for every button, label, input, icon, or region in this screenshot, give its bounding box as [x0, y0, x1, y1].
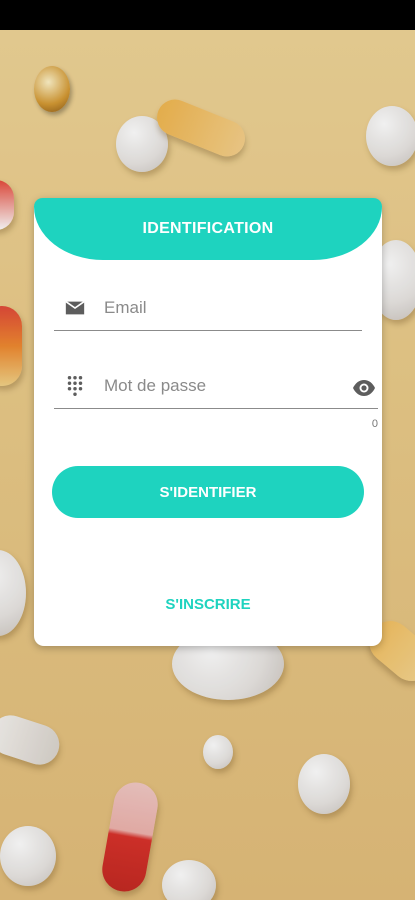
login-button[interactable]: S'IDENTIFIER: [52, 466, 364, 518]
login-card: IDENTIFICATION 0 S'IDENTIFIER S'INSCRIRE: [34, 198, 382, 646]
email-input[interactable]: [104, 294, 354, 322]
password-input[interactable]: [104, 372, 324, 400]
email-icon: [65, 300, 85, 315]
register-link[interactable]: S'INSCRIRE: [34, 596, 382, 613]
password-char-counter: 0: [371, 418, 378, 430]
email-field: [54, 290, 362, 331]
login-title: IDENTIFICATION: [142, 220, 274, 237]
password-field: [54, 368, 378, 409]
eye-icon[interactable]: [352, 376, 376, 400]
status-bar: [0, 0, 415, 30]
login-card-header: IDENTIFICATION: [34, 198, 382, 260]
dialpad-icon: [67, 376, 83, 396]
